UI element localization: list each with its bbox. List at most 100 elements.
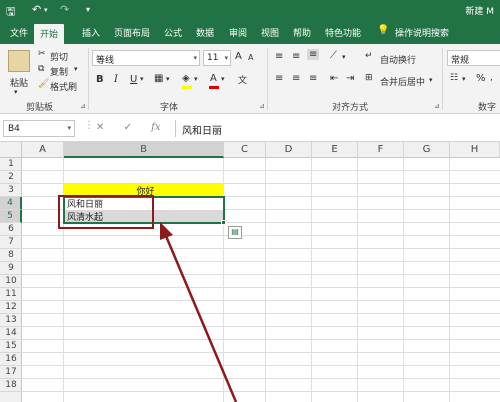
column-header[interactable]: G <box>404 142 450 158</box>
italic-button[interactable]: I <box>114 74 118 85</box>
clipboard-launcher-icon[interactable]: ⊿ <box>80 102 86 110</box>
phonetic-icon[interactable]: 文 <box>238 73 247 86</box>
decrease-indent-icon[interactable]: ⇤ <box>330 73 338 84</box>
row-header[interactable]: 1 <box>0 158 22 171</box>
align-bottom-icon[interactable]: ≡ <box>307 49 320 60</box>
underline-button[interactable]: U <box>130 74 137 85</box>
quick-analysis-icon[interactable]: ▤ <box>228 226 242 239</box>
currency-icon[interactable]: ☷ <box>450 73 458 83</box>
column-header[interactable]: B <box>64 142 224 158</box>
row-header[interactable]: 8 <box>0 249 22 262</box>
fill-handle[interactable] <box>221 220 226 225</box>
row-header[interactable]: 18 <box>0 379 22 392</box>
merge-icon: ⊞ <box>365 73 373 83</box>
fill-color-icon[interactable]: ◈ <box>182 73 190 84</box>
row-header[interactable]: 11 <box>0 288 22 301</box>
customize-toolbar-icon[interactable]: ▾ <box>86 5 90 14</box>
orientation-icon[interactable]: ⟋ <box>330 50 337 61</box>
copy-button[interactable]: 复制 <box>50 65 68 78</box>
currency-dropdown-icon[interactable]: ▾ <box>462 75 466 83</box>
increase-indent-icon[interactable]: ⇥ <box>346 73 354 84</box>
tab-insert[interactable]: 插入 <box>82 26 100 39</box>
row-header[interactable]: 6 <box>0 223 22 236</box>
bold-button[interactable]: B <box>96 74 104 85</box>
font-color-button[interactable]: A <box>210 73 217 84</box>
row-header[interactable]: 13 <box>0 314 22 327</box>
borders-icon[interactable]: ▦ <box>154 73 163 84</box>
font-shrink-button[interactable]: A <box>248 53 253 62</box>
column-header[interactable]: F <box>358 142 404 158</box>
font-size-select[interactable]: 11 ▾ <box>203 50 231 66</box>
align-left-icon[interactable]: ≡ <box>275 73 283 84</box>
tab-help[interactable]: 帮助 <box>293 26 311 39</box>
name-box[interactable]: B4 ▾ <box>3 120 75 137</box>
column-header[interactable]: A <box>22 142 64 158</box>
formula-input[interactable]: 风和日丽 <box>175 120 497 137</box>
column-header[interactable]: H <box>450 142 500 158</box>
fill-color-swatch <box>182 86 192 89</box>
tab-view[interactable]: 视图 <box>261 26 279 39</box>
orientation-dropdown-icon[interactable]: ▾ <box>342 53 346 61</box>
fill-color-dropdown-icon[interactable]: ▾ <box>194 75 198 83</box>
font-name-select[interactable]: 等线 ▾ <box>92 50 200 66</box>
row-header[interactable]: 4 <box>0 197 22 210</box>
percent-button[interactable]: % <box>476 73 486 84</box>
tab-page-layout[interactable]: 页面布局 <box>114 26 150 39</box>
undo-icon[interactable]: ↶ <box>32 3 41 16</box>
row-header[interactable]: 16 <box>0 353 22 366</box>
tell-me-search[interactable]: 操作说明搜索 <box>395 26 449 39</box>
align-right-icon[interactable]: ≡ <box>309 73 317 84</box>
merge-center-button[interactable]: 合并后居中 <box>380 75 425 88</box>
window-title: 新建 M <box>465 7 494 17</box>
underline-dropdown-icon[interactable]: ▾ <box>140 75 144 83</box>
row-header[interactable]: 12 <box>0 301 22 314</box>
tab-file[interactable]: 文件 <box>10 26 28 39</box>
undo-dropdown-icon[interactable]: ▾ <box>44 6 48 14</box>
confirm-icon[interactable]: ✓ <box>124 122 132 133</box>
format-painter-button[interactable]: 格式刷 <box>50 80 77 93</box>
cut-button[interactable]: 剪切 <box>50 50 68 63</box>
row-header[interactable]: 14 <box>0 327 22 340</box>
copy-icon: ⧉ <box>38 64 45 74</box>
merge-dropdown-icon[interactable]: ▾ <box>429 76 433 84</box>
row-header[interactable]: 10 <box>0 275 22 288</box>
paste-button[interactable]: 粘贴 <box>10 76 28 89</box>
tab-data[interactable]: 数据 <box>196 26 214 39</box>
number-format-select[interactable]: 常规 <box>447 50 500 66</box>
tab-home[interactable]: 开始 <box>34 24 65 44</box>
row-header[interactable]: 9 <box>0 262 22 275</box>
alignment-launcher-icon[interactable]: ⊿ <box>434 102 440 110</box>
row-header[interactable]: 2 <box>0 171 22 184</box>
column-header[interactable]: D <box>266 142 312 158</box>
column-header[interactable]: E <box>312 142 358 158</box>
borders-dropdown-icon[interactable]: ▾ <box>166 75 170 83</box>
column-header[interactable]: C <box>224 142 266 158</box>
wrap-text-button[interactable]: 自动换行 <box>380 53 416 66</box>
paste-icon[interactable] <box>8 50 30 72</box>
row-header[interactable]: 7 <box>0 236 22 249</box>
tab-special[interactable]: 特色功能 <box>325 26 361 39</box>
align-center-icon[interactable]: ≡ <box>292 73 300 84</box>
format-painter-icon: 🖌 <box>38 79 50 89</box>
redo-icon[interactable]: ↷ <box>60 3 69 16</box>
worksheet-grid[interactable]: 你好 风和日丽 风清水起 ▤ <box>22 158 500 402</box>
font-launcher-icon[interactable]: ⊿ <box>259 102 265 110</box>
tab-review[interactable]: 审阅 <box>229 26 247 39</box>
insert-function-icon[interactable]: fx <box>151 122 160 133</box>
row-header[interactable]: 3 <box>0 184 22 197</box>
select-all-corner[interactable] <box>0 142 22 158</box>
align-top-icon[interactable]: ≡ <box>275 51 283 62</box>
row-header[interactable]: 5 <box>0 210 22 223</box>
font-grow-button[interactable]: A <box>235 51 242 62</box>
divider <box>442 48 443 110</box>
copy-dropdown-icon[interactable]: ▾ <box>74 65 78 73</box>
row-header[interactable]: 17 <box>0 366 22 379</box>
tab-formulas[interactable]: 公式 <box>164 26 182 39</box>
paste-dropdown-icon[interactable]: ▾ <box>14 88 18 96</box>
cancel-icon[interactable]: ✕ <box>96 122 104 133</box>
row-header[interactable]: 15 <box>0 340 22 353</box>
font-color-dropdown-icon[interactable]: ▾ <box>221 75 225 83</box>
align-middle-icon[interactable]: ≡ <box>292 51 300 62</box>
save-icon[interactable]: 🖫 <box>6 3 15 22</box>
comma-icon[interactable]: , <box>490 73 493 83</box>
